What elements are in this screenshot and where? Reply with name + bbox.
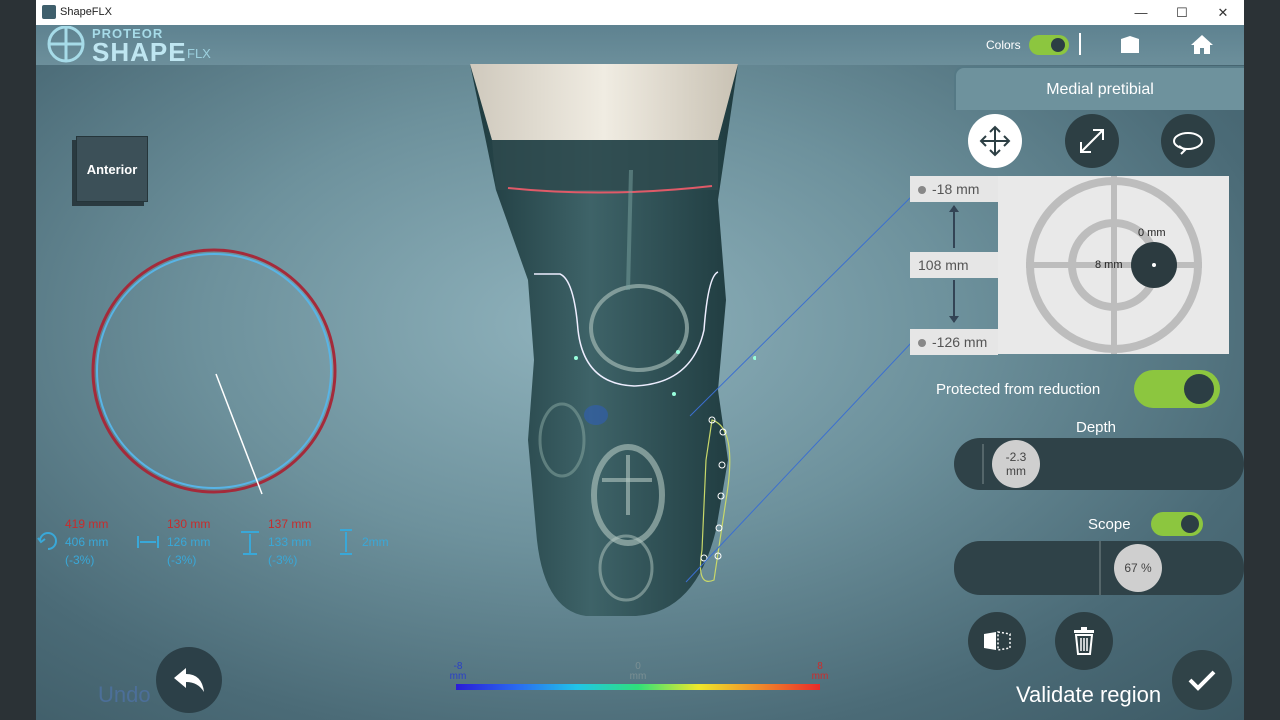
- delete-button[interactable]: [1055, 612, 1113, 670]
- undo-label: Undo: [98, 682, 151, 707]
- height-icon: [241, 531, 259, 555]
- range-top-label: -18 mm: [910, 176, 998, 202]
- target-horizontal-label: 8 mm: [1095, 259, 1123, 271]
- logo-brand-sub: FLX: [187, 46, 211, 61]
- colorbar-min-label: -8 mm: [449, 661, 467, 682]
- protected-label: Protected from reduction: [936, 381, 1101, 398]
- measurement-width: 130 mm 126 mm (-3%): [167, 517, 211, 567]
- minimize-button[interactable]: —: [1121, 0, 1161, 25]
- colors-toggle[interactable]: [1029, 35, 1069, 55]
- view-cube[interactable]: Anterior: [76, 136, 148, 202]
- colorbar-max-label: 8 mm: [811, 661, 829, 682]
- region-connector-lines: [685, 195, 913, 583]
- resize-icon: [1080, 129, 1104, 153]
- app-logo: PROTEOR SHAPE FLX: [46, 26, 226, 67]
- logo-cross-icon: [47, 26, 85, 63]
- depth-slider[interactable]: -2.3 mm: [954, 438, 1244, 490]
- scope-toggle[interactable]: [1151, 512, 1203, 536]
- cross-section-view: [91, 248, 337, 495]
- position-target[interactable]: 0 mm 8 mm: [998, 176, 1229, 354]
- desktop-right-strip: [1244, 0, 1280, 720]
- desktop-left-strip: [0, 0, 36, 720]
- app-window: ShapeFLX — ☐ ✕ PROTEOR SHAPE FLX Colors …: [36, 0, 1244, 720]
- close-button[interactable]: ✕: [1203, 0, 1243, 25]
- window-title: ShapeFLX: [60, 6, 112, 18]
- depth-label: Depth: [1076, 419, 1117, 436]
- home-icon[interactable]: [1190, 33, 1214, 55]
- scope-slider-tick: [1099, 541, 1101, 595]
- scope-slider[interactable]: 67 %: [954, 541, 1244, 595]
- rotate-tool-button[interactable]: [1161, 114, 1215, 168]
- mirror-button[interactable]: [968, 612, 1026, 670]
- move-tool-button[interactable]: [968, 114, 1022, 168]
- view-icon[interactable]: [1118, 34, 1142, 56]
- app-icon: [42, 5, 56, 19]
- measurement-height: 137 mm 133 mm (-3%): [268, 517, 312, 567]
- move-icon: [979, 125, 1011, 157]
- protected-toggle[interactable]: [1134, 370, 1220, 408]
- circumference-icon: [37, 532, 57, 550]
- resize-tool-button[interactable]: [1065, 114, 1119, 168]
- scope-label: Scope: [1088, 516, 1131, 533]
- measurement-offset: 2mm: [362, 535, 389, 549]
- colorbar-mid-label: 0 mm: [629, 661, 647, 682]
- deviation-color-bar: [456, 684, 820, 690]
- logo-brand-main: SHAPE: [92, 37, 187, 67]
- colors-label: Colors: [986, 38, 1021, 52]
- checkmark-icon: [1188, 670, 1216, 691]
- validate-label: Validate region: [1016, 682, 1162, 707]
- rotate-icon: [1173, 132, 1203, 155]
- target-vertical-label: 0 mm: [1138, 227, 1166, 239]
- header-separator: [1079, 33, 1081, 55]
- offset-icon: [340, 529, 352, 555]
- measurement-circumference: 419 mm 406 mm (-3%): [65, 517, 109, 567]
- trash-icon: [1074, 627, 1094, 655]
- region-title: Medial pretibial: [954, 66, 1244, 110]
- maximize-button[interactable]: ☐: [1162, 0, 1202, 25]
- title-bar: ShapeFLX — ☐ ✕: [36, 0, 1244, 25]
- range-arrow: [949, 205, 959, 323]
- width-icon: [137, 536, 159, 548]
- scope-slider-knob[interactable]: 67 %: [1114, 544, 1162, 592]
- range-bottom-label: -126 mm: [910, 329, 998, 355]
- mirror-icon: [984, 631, 1011, 651]
- depth-slider-tick: [982, 444, 984, 484]
- undo-button[interactable]: [156, 647, 222, 713]
- undo-arrow-icon: [174, 668, 204, 692]
- validate-button[interactable]: [1172, 650, 1232, 710]
- depth-slider-knob[interactable]: -2.3 mm: [992, 440, 1040, 488]
